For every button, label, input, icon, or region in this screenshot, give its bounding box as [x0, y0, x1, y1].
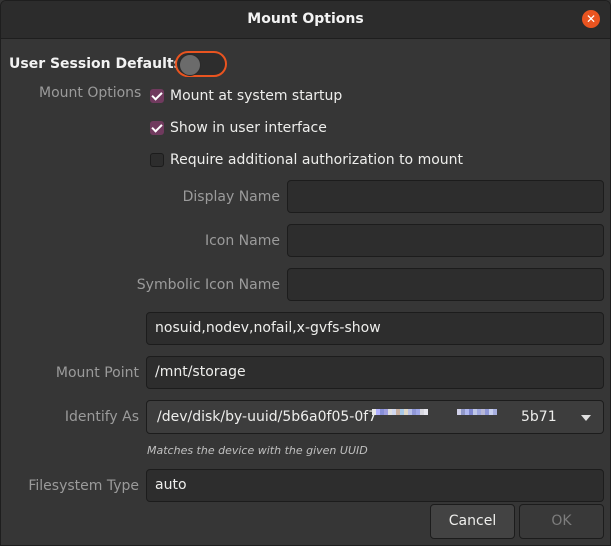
redacted-uuid-segment	[457, 409, 497, 415]
symbolic-icon-name-label: Symbolic Icon Name	[136, 277, 280, 293]
icon-name-label: Icon Name	[204, 233, 280, 249]
show-in-ui-label: Show in user interface	[170, 120, 327, 136]
user-session-defaults-label: User Session Defaults	[9, 56, 182, 72]
mount-at-startup-checkbox[interactable]: Mount at system startup	[150, 87, 342, 105]
checkbox-unchecked-icon	[150, 153, 164, 167]
filesystem-type-label: Filesystem Type	[28, 478, 139, 494]
user-session-defaults-switch[interactable]	[175, 51, 227, 77]
mount-options-dialog: Mount Options ✕ User Session Defaults Mo…	[0, 0, 611, 546]
require-auth-label: Require additional authorization to moun…	[170, 152, 464, 168]
identify-as-hint: Matches the device with the given UUID	[147, 444, 368, 457]
mount-point-field[interactable]: /mnt/storage	[146, 356, 604, 389]
icon-name-field[interactable]	[287, 224, 604, 257]
cancel-button[interactable]: Cancel	[430, 504, 515, 539]
mount-options-field[interactable]: nosuid,nodev,nofail,x-gvfs-show	[146, 312, 604, 345]
checkbox-checked-icon	[150, 89, 164, 103]
redacted-uuid-segment	[372, 409, 428, 415]
display-name-label: Display Name	[182, 189, 280, 205]
switch-knob	[179, 54, 201, 76]
dialog-title: Mount Options	[247, 11, 364, 27]
chevron-down-icon	[581, 415, 591, 421]
close-icon[interactable]: ✕	[582, 10, 600, 28]
require-auth-checkbox[interactable]: Require additional authorization to moun…	[150, 151, 463, 169]
mount-point-label: Mount Point	[55, 365, 139, 381]
identify-as-dropdown[interactable]: /dev/disk/by-uuid/5b6a0f05-0f7 5b71	[146, 400, 604, 434]
ok-button[interactable]: OK	[519, 504, 604, 539]
identify-as-value-suffix: 5b71	[521, 409, 557, 425]
display-name-field[interactable]	[287, 180, 604, 213]
mount-options-label: Mount Options	[39, 85, 142, 101]
symbolic-icon-name-field[interactable]	[287, 268, 604, 301]
identify-as-label: Identify As	[64, 409, 139, 425]
show-in-ui-checkbox[interactable]: Show in user interface	[150, 119, 327, 137]
identify-as-value: /dev/disk/by-uuid/5b6a0f05-0f7	[157, 409, 378, 425]
checkbox-checked-icon	[150, 121, 164, 135]
mount-at-startup-label: Mount at system startup	[170, 88, 343, 104]
filesystem-type-field[interactable]: auto	[146, 469, 604, 502]
title-bar: Mount Options ✕	[1, 1, 610, 39]
